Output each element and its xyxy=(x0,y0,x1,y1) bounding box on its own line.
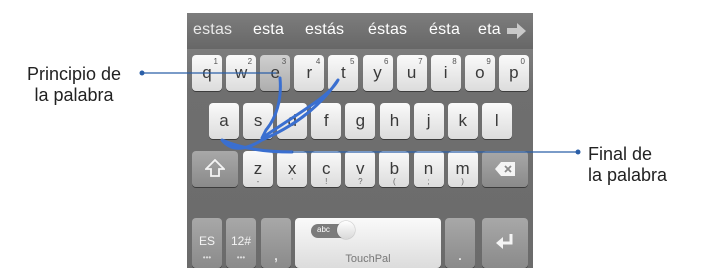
language-key-dots: ••• xyxy=(202,253,212,262)
numbers-key-label: 12# xyxy=(230,234,252,248)
key-w-label: w xyxy=(234,63,248,82)
key-l-label: l xyxy=(494,111,499,130)
keyboard: estas esta estás éstas ésta eta 1q2w3e4r5t6y7… xyxy=(187,13,533,268)
key-m[interactable]: m) xyxy=(447,151,478,187)
language-key[interactable]: ES ••• xyxy=(192,218,222,268)
key-w[interactable]: 2w xyxy=(226,55,257,91)
key-i-label: i xyxy=(443,63,448,82)
key-x-symbol-hint: ' xyxy=(291,177,293,186)
key-g[interactable]: g xyxy=(345,103,376,139)
key-k-label: k xyxy=(458,111,467,130)
suggestion-0[interactable]: estas xyxy=(193,21,232,39)
suggestion-3[interactable]: éstas xyxy=(368,21,407,39)
key-r-label: r xyxy=(306,63,313,82)
key-j[interactable]: j xyxy=(413,103,444,139)
key-n[interactable]: n; xyxy=(413,151,444,187)
numbers-key[interactable]: 12# ••• xyxy=(226,218,256,268)
language-key-label: ES xyxy=(198,234,215,248)
suggestion-2[interactable]: estás xyxy=(305,21,344,39)
callout-start-dot xyxy=(139,70,145,76)
key-g-label: g xyxy=(355,111,366,130)
key-o[interactable]: 9o xyxy=(464,55,495,91)
callout-end-line1: Final de xyxy=(588,144,653,164)
callout-end-label: Final de la palabra xyxy=(588,144,700,186)
key-z-label: z xyxy=(253,159,263,178)
input-mode-label: abc xyxy=(317,225,330,234)
shift-key[interactable] xyxy=(192,151,238,187)
key-y-label: y xyxy=(373,63,382,82)
enter-icon xyxy=(482,232,528,254)
key-p[interactable]: 0p xyxy=(498,55,529,91)
key-t-label: t xyxy=(341,63,346,82)
key-z-symbol-hint: - xyxy=(256,177,260,186)
key-l[interactable]: l xyxy=(481,103,512,139)
key-e-label: e xyxy=(270,63,280,82)
shift-arrow-icon xyxy=(192,159,238,181)
key-y[interactable]: 6y xyxy=(362,55,393,91)
callout-start-line2: la palabra xyxy=(34,85,114,105)
key-f-label: f xyxy=(323,111,329,130)
key-v[interactable]: v? xyxy=(345,151,376,187)
suggestion-5[interactable]: eta xyxy=(478,21,501,39)
key-u[interactable]: 7u xyxy=(396,55,427,91)
key-f[interactable]: f xyxy=(311,103,342,139)
key-b[interactable]: b( xyxy=(379,151,410,187)
key-p-label: p xyxy=(509,63,519,82)
key-k[interactable]: k xyxy=(447,103,478,139)
key-v-label: v xyxy=(356,159,365,178)
key-c[interactable]: c! xyxy=(311,151,342,187)
key-q[interactable]: 1q xyxy=(192,55,222,91)
callout-start-line1: Principio de xyxy=(26,64,122,84)
period-key-label: . xyxy=(457,245,463,264)
key-x[interactable]: x ' xyxy=(277,151,308,187)
suggestion-bar: estas esta estás éstas ésta eta xyxy=(187,13,533,49)
key-t[interactable]: 5t xyxy=(328,55,359,91)
key-i[interactable]: 8i xyxy=(430,55,461,91)
key-c-label: c xyxy=(321,159,331,178)
key-v-symbol-hint: ? xyxy=(358,177,363,186)
key-m-label: m xyxy=(455,159,470,178)
key-b-symbol-hint: ( xyxy=(393,177,396,186)
enter-key[interactable] xyxy=(482,218,528,268)
callout-end-line2: la palabra xyxy=(588,165,668,185)
toggle-knob xyxy=(337,221,355,239)
key-z[interactable]: z- xyxy=(243,151,273,187)
suggestion-4[interactable]: ésta xyxy=(429,21,460,39)
backspace-key[interactable] xyxy=(482,151,528,187)
input-mode-toggle[interactable]: abc xyxy=(311,221,355,239)
key-q-label: q xyxy=(202,63,212,82)
comma-key[interactable]: , xyxy=(261,218,291,268)
key-n-symbol-hint: ; xyxy=(427,177,430,186)
period-key[interactable]: . xyxy=(445,218,475,268)
backspace-icon xyxy=(482,161,528,181)
key-a[interactable]: a xyxy=(209,103,239,139)
key-c-symbol-hint: ! xyxy=(325,177,328,186)
key-n-label: n xyxy=(423,159,434,178)
space-key[interactable]: abc TouchPal xyxy=(295,218,441,268)
callout-end-dot xyxy=(575,149,581,155)
key-d-label: d xyxy=(287,111,297,130)
key-a-label: a xyxy=(219,111,229,130)
key-s[interactable]: s xyxy=(243,103,274,139)
key-x-label: x xyxy=(287,159,297,178)
more-suggestions-arrow-icon[interactable] xyxy=(505,22,527,40)
key-e[interactable]: 3e xyxy=(260,55,291,91)
key-j-label: j xyxy=(426,111,431,130)
comma-key-label: , xyxy=(273,245,279,264)
callout-start-label: Principio de la palabra xyxy=(8,64,140,106)
key-s-label: s xyxy=(253,111,263,130)
key-o-label: o xyxy=(475,63,485,82)
key-h[interactable]: h xyxy=(379,103,410,139)
suggestion-1[interactable]: esta xyxy=(253,21,284,39)
numbers-key-dots: ••• xyxy=(236,253,246,262)
key-r[interactable]: 4r xyxy=(294,55,325,91)
key-h-label: h xyxy=(389,111,400,130)
key-d[interactable]: d xyxy=(277,103,308,139)
space-key-label: TouchPal xyxy=(345,253,391,265)
key-m-symbol-hint: ) xyxy=(461,177,464,186)
key-u-label: u xyxy=(406,63,417,82)
key-b-label: b xyxy=(389,159,400,178)
